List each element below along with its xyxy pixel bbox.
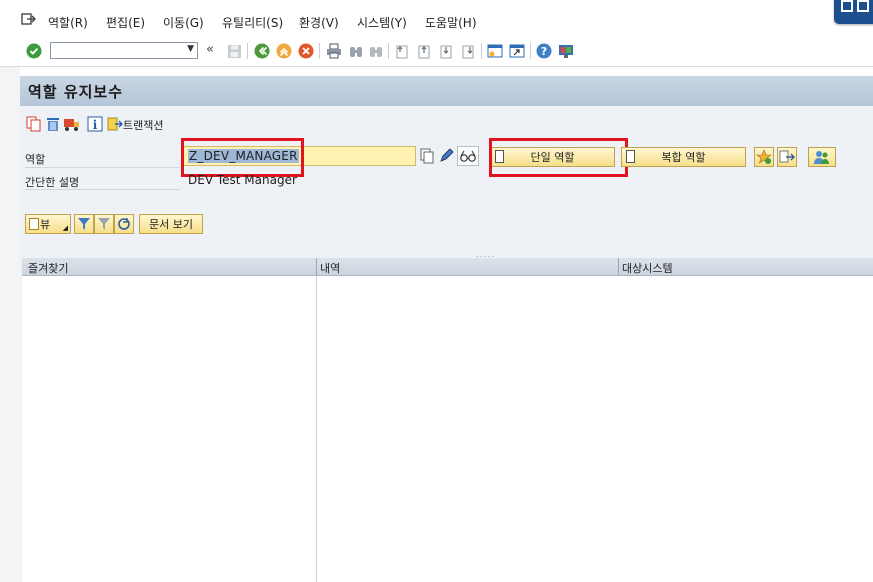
menu-system[interactable]: 시스템(Y)	[357, 14, 407, 31]
toolbar-separator	[388, 43, 389, 59]
last-page-icon[interactable]	[460, 43, 476, 59]
view-icon	[29, 218, 39, 230]
filter-off-icon[interactable]	[94, 214, 114, 234]
title-bar	[20, 76, 873, 106]
shortcut-icon[interactable]	[509, 43, 525, 59]
customize-layout-icon[interactable]	[558, 43, 574, 59]
user-assign-icon[interactable]	[808, 147, 836, 167]
toolbar-separator	[319, 43, 320, 59]
copy-icon[interactable]	[25, 115, 43, 133]
transport-icon[interactable]	[63, 115, 81, 133]
filter-icon[interactable]	[74, 214, 94, 234]
column-header-favorites[interactable]: 즐겨찾기	[28, 260, 68, 276]
chevron-down-icon: ◢	[62, 224, 68, 232]
short-desc-value: DEV Test Manager	[188, 173, 297, 187]
document-view-button-label: 문서 보기	[149, 218, 193, 231]
view-button[interactable]: 뷰 ◢	[25, 214, 71, 234]
first-page-icon[interactable]	[394, 43, 410, 59]
chevron-down-icon[interactable]: ▼	[187, 44, 194, 54]
menu-help[interactable]: 도움말(H)	[425, 14, 477, 31]
column-divider[interactable]	[316, 258, 317, 275]
menu-role[interactable]: 역할(R)	[48, 14, 88, 31]
transfer-icon[interactable]	[777, 147, 797, 167]
print-icon[interactable]	[326, 43, 342, 59]
exit-menu-icon[interactable]	[20, 11, 36, 27]
info-icon[interactable]: i	[86, 115, 104, 133]
edit-pencil-icon[interactable]	[438, 148, 454, 164]
next-page-icon[interactable]	[438, 43, 454, 59]
page-title: 역할 유지보수	[28, 83, 124, 101]
left-margin	[0, 67, 20, 582]
favorite-add-icon[interactable]	[754, 147, 774, 167]
transaction-icon[interactable]	[106, 115, 124, 133]
label-underline	[25, 167, 180, 168]
command-field[interactable]: ▼	[50, 42, 198, 59]
back-icon[interactable]: «	[206, 42, 214, 57]
refresh-icon[interactable]	[114, 214, 134, 234]
find-icon[interactable]	[348, 43, 364, 59]
tree-body[interactable]	[22, 276, 873, 582]
tree-header	[22, 258, 873, 276]
find-next-icon[interactable]	[368, 43, 384, 59]
green-back-icon[interactable]	[254, 43, 270, 59]
view-button-label: 뷰	[40, 218, 51, 231]
tree-column-divider	[316, 276, 317, 582]
toolbar-separator	[530, 43, 531, 59]
delete-icon[interactable]	[44, 115, 62, 133]
menu-goto[interactable]: 이동(G)	[163, 14, 204, 31]
create-session-icon[interactable]	[487, 43, 503, 59]
toolbar-separator	[247, 43, 248, 59]
column-header-description[interactable]: 내역	[320, 260, 340, 276]
menu-environment[interactable]: 환경(V)	[299, 14, 339, 31]
document-view-button[interactable]: 문서 보기	[139, 214, 203, 234]
enter-check-icon[interactable]	[26, 43, 42, 59]
svg-text:?: ?	[541, 45, 547, 58]
svg-text:i: i	[93, 118, 98, 132]
short-desc-label: 간단한 설명	[25, 176, 80, 189]
command-input[interactable]	[51, 43, 185, 58]
display-glasses-icon[interactable]	[457, 146, 479, 166]
column-header-target-system[interactable]: 대상시스템	[622, 260, 673, 276]
menu-edit[interactable]: 편집(E)	[106, 14, 145, 31]
copy-role-icon[interactable]	[419, 148, 435, 164]
column-divider[interactable]	[618, 258, 619, 275]
highlight-box-role	[181, 138, 304, 177]
prev-page-icon[interactable]	[416, 43, 432, 59]
highlight-box-single-role	[489, 138, 628, 177]
exit-icon[interactable]	[276, 43, 292, 59]
composite-role-button-label: 복합 역할	[661, 151, 706, 164]
transaction-label[interactable]: 트랜잭션	[123, 117, 163, 133]
label-underline	[25, 189, 180, 190]
menu-utilities[interactable]: 유틸리티(S)	[222, 14, 283, 31]
composite-role-button[interactable]: 복합 역할	[621, 147, 746, 167]
cancel-icon[interactable]	[298, 43, 314, 59]
help-icon[interactable]: ?	[536, 43, 552, 59]
window-control-widget[interactable]	[834, 0, 873, 24]
role-label: 역할	[25, 153, 46, 166]
document-icon	[626, 150, 635, 163]
save-icon[interactable]	[226, 43, 242, 59]
toolbar-separator	[481, 43, 482, 59]
